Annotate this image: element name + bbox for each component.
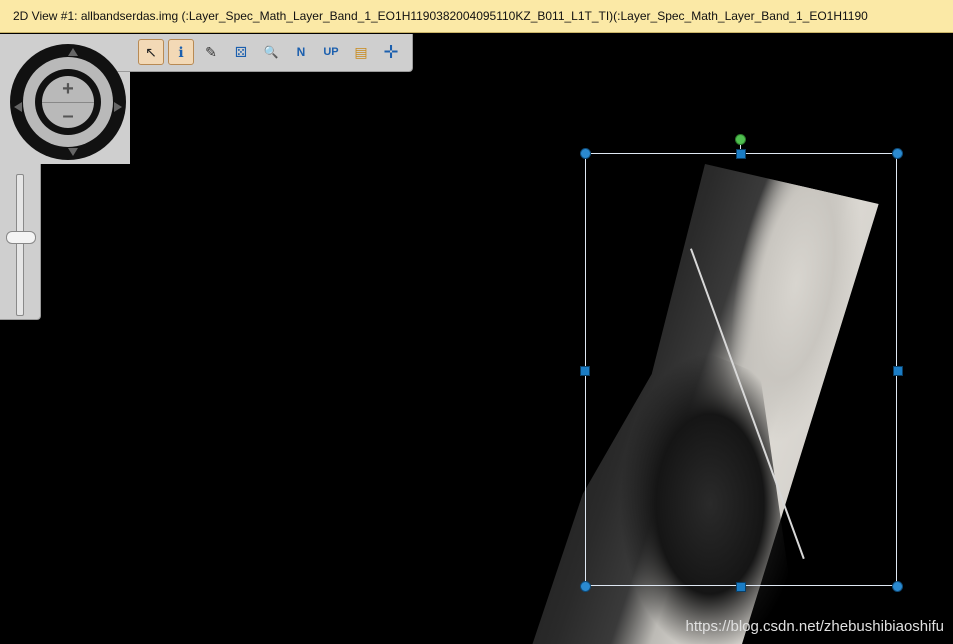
- corner-handle-bottom-left[interactable]: [580, 581, 591, 592]
- pan-up-icon[interactable]: [68, 48, 78, 56]
- edge-handle-bottom[interactable]: [736, 582, 746, 592]
- selection-frame[interactable]: [585, 153, 897, 586]
- edge-handle-top[interactable]: [736, 149, 746, 159]
- up-icon: UP: [323, 46, 339, 58]
- north-up-tool-button[interactable]: N: [288, 39, 314, 65]
- rotate-handle[interactable]: [735, 134, 746, 145]
- pan-wheel[interactable]: + –: [10, 44, 126, 160]
- pan-right-icon[interactable]: [114, 102, 122, 112]
- inquire-tool-button[interactable]: ℹ: [168, 39, 194, 65]
- watermark-text: https://blog.csdn.net/zhebushibiaoshifu: [685, 618, 944, 635]
- zoom-control-border: + –: [35, 69, 101, 135]
- info-icon: ℹ: [178, 43, 184, 60]
- edge-handle-right[interactable]: [893, 366, 903, 376]
- magnify-tool-button[interactable]: 🔍: [258, 39, 284, 65]
- zoom-in-button[interactable]: +: [42, 76, 94, 102]
- pan-left-icon[interactable]: [14, 102, 22, 112]
- north-icon: N: [296, 45, 306, 59]
- corner-handle-top-right[interactable]: [892, 148, 903, 159]
- select-tool-button[interactable]: ↖: [138, 39, 164, 65]
- zoom-control: + –: [42, 76, 94, 128]
- roam-tool-button[interactable]: ✎: [198, 39, 224, 65]
- zoom-extent-tool-button[interactable]: ⚄: [228, 39, 254, 65]
- crosshair-icon: ✛: [383, 41, 399, 62]
- crosshair-tool-button[interactable]: ✛: [378, 39, 404, 65]
- pan-ring[interactable]: + –: [23, 57, 113, 147]
- up-tool-button[interactable]: UP: [318, 39, 344, 65]
- map-viewport[interactable]: ↖ ℹ ✎ ⚄ 🔍 N UP ▤ ✛ + – https://blog.csdn…: [0, 34, 953, 644]
- pan-down-icon[interactable]: [68, 148, 78, 156]
- layers-icon: ▤: [354, 43, 368, 60]
- magnifier-icon: 🔍: [263, 45, 279, 59]
- edge-handle-left[interactable]: [580, 366, 590, 376]
- brush-icon: ✎: [205, 43, 217, 60]
- zoom-out-button[interactable]: –: [42, 102, 94, 129]
- corner-handle-bottom-right[interactable]: [892, 581, 903, 592]
- dice-icon: ⚄: [234, 43, 248, 60]
- corner-handle-top-left[interactable]: [580, 148, 591, 159]
- zoom-slider-track[interactable]: [16, 174, 24, 316]
- layers-tool-button[interactable]: ▤: [348, 39, 374, 65]
- view-title-bar: 2D View #1: allbandserdas.img (:Layer_Sp…: [0, 0, 953, 33]
- zoom-slider-thumb[interactable]: [6, 231, 36, 244]
- arrow-pointer-icon: ↖: [145, 43, 157, 60]
- view-title: 2D View #1: allbandserdas.img (:Layer_Sp…: [13, 9, 868, 23]
